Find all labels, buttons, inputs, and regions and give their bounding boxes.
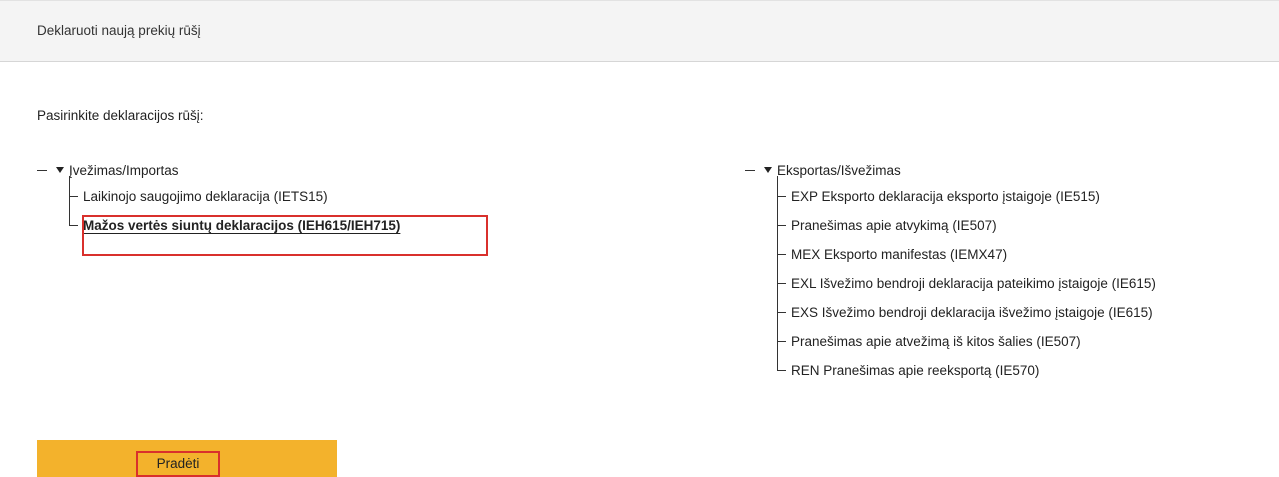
prompt-label: Pasirinkite deklaracijos rūšį: xyxy=(37,108,204,123)
tree-branch xyxy=(69,225,78,226)
start-button[interactable]: Pradėti xyxy=(136,451,220,477)
tree-item-label[interactable]: Pranešimas apie atvykimą (IE507) xyxy=(791,211,997,240)
tree-item-label[interactable]: EXP Eksporto deklaracija eksporto įstaig… xyxy=(791,182,1100,211)
start-button-bar[interactable]: Pradėti xyxy=(37,440,337,477)
tree-item-label[interactable]: Pranešimas apie atvežimą iš kitos šalies… xyxy=(791,327,1081,356)
import-root-label[interactable]: Įvežimas/Importas xyxy=(69,160,179,182)
caret-down-icon[interactable] xyxy=(764,167,772,173)
collapse-dash-icon[interactable] xyxy=(745,170,755,171)
tree-item-label[interactable]: Laikinojo saugojimo deklaracija (IETS15) xyxy=(83,182,328,211)
page-title: Deklaruoti naują prekių rūšį xyxy=(37,23,201,38)
export-tree-root[interactable]: Eksportas/Išvežimas xyxy=(745,160,901,182)
tree-branch xyxy=(69,196,78,197)
tree-connector xyxy=(777,176,778,211)
caret-down-icon[interactable] xyxy=(56,167,64,173)
tree-connector xyxy=(69,211,70,226)
tree-branch xyxy=(777,196,786,197)
export-root-label[interactable]: Eksportas/Išvežimas xyxy=(777,160,901,182)
tree-branch xyxy=(777,312,786,313)
tree-item-label[interactable]: EXL Išvežimo bendroji deklaracija pateik… xyxy=(791,269,1156,298)
import-tree-root[interactable]: Įvežimas/Importas xyxy=(37,160,179,182)
page-header: Deklaruoti naują prekių rūšį xyxy=(0,0,1279,62)
tree-connector xyxy=(69,176,70,211)
tree-branch xyxy=(777,225,786,226)
tree-connector xyxy=(777,356,778,371)
tree-branch xyxy=(777,341,786,342)
export-tree: Eksportas/Išvežimas EXP Eksporto deklara… xyxy=(745,160,1156,385)
tree-branch xyxy=(777,254,786,255)
tree-branch xyxy=(777,370,786,371)
tree-item-label[interactable]: REN Pranešimas apie reeksportą (IE570) xyxy=(791,356,1039,385)
import-tree: Įvežimas/Importas Laikinojo saugojimo de… xyxy=(37,160,488,256)
tree-branch xyxy=(777,283,786,284)
collapse-dash-icon[interactable] xyxy=(37,170,47,171)
tree-item-label-selected[interactable]: Mažos vertės siuntų deklaracijos (IEH615… xyxy=(83,211,400,240)
tree-item-label[interactable]: EXS Išvežimo bendroji deklaracija išveži… xyxy=(791,298,1153,327)
tree-item-label[interactable]: MEX Eksporto manifestas (IEMX47) xyxy=(791,240,1007,269)
